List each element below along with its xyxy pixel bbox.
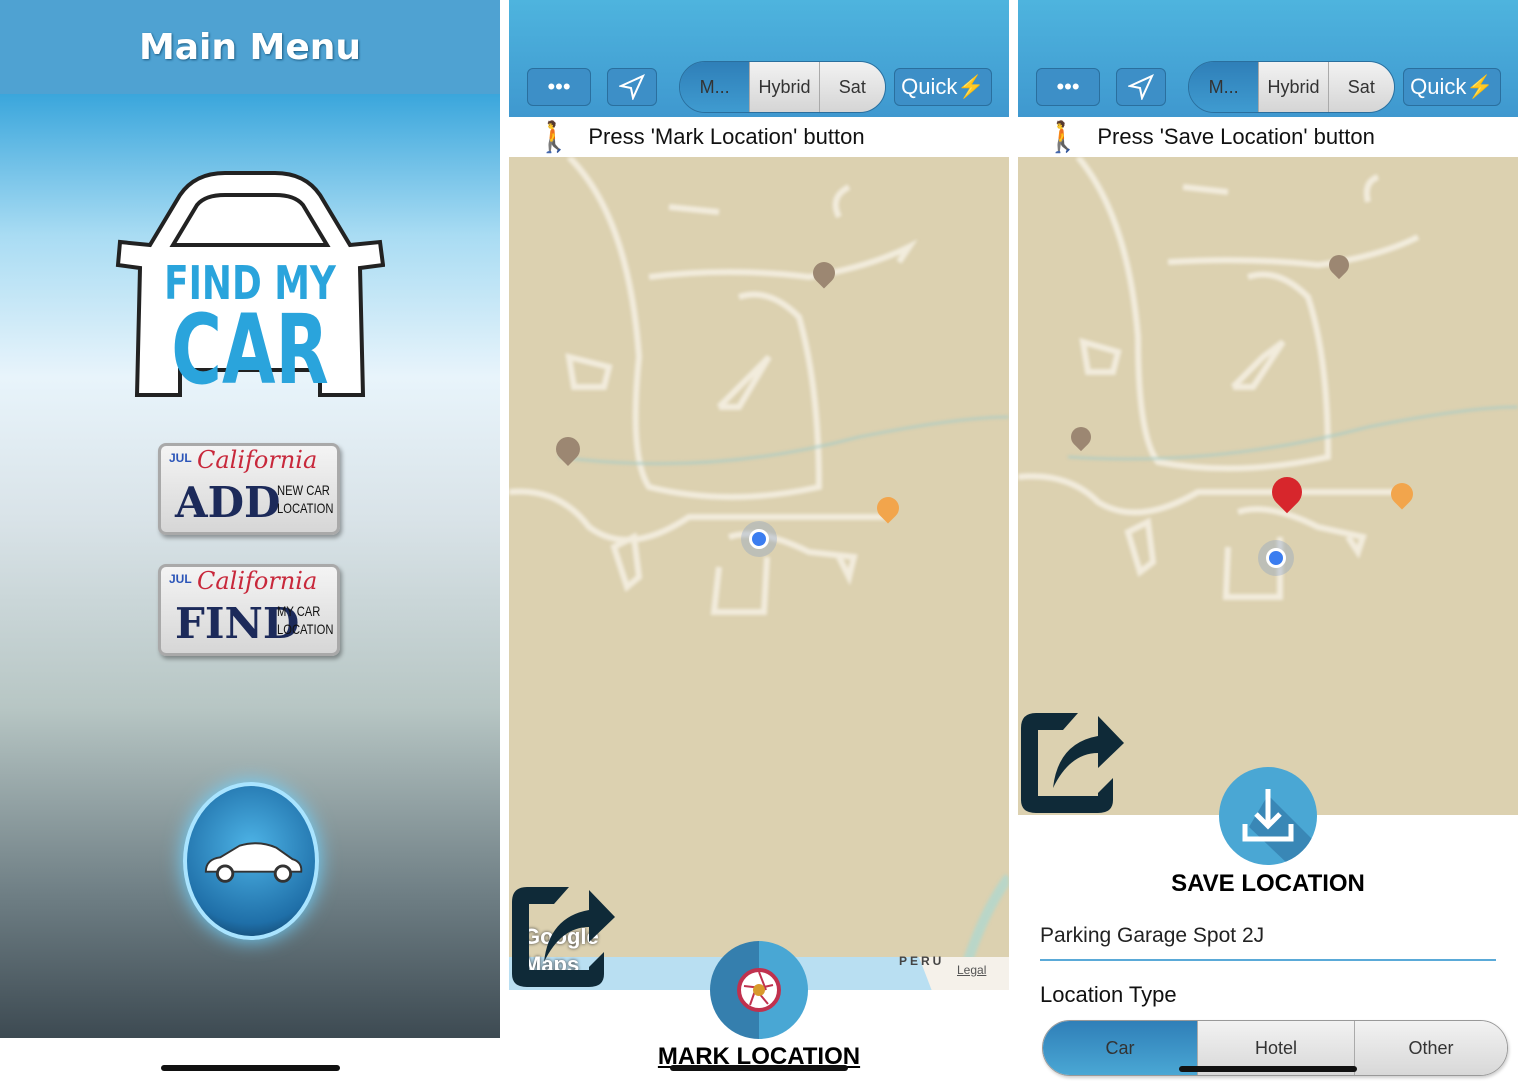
current-location-dot xyxy=(1266,548,1286,568)
save-location-screen: ••• M... Hybrid Sat Quick ⚡ 🚶 Press 'Save… xyxy=(1018,0,1518,1083)
location-arrow-icon xyxy=(619,74,645,100)
add-car-location-button[interactable]: JUL California ADD NEW CAR LOCATION xyxy=(158,443,340,535)
share-button[interactable] xyxy=(509,882,617,990)
map-type-segmented: M... Hybrid Sat xyxy=(679,61,886,113)
map-type-sat[interactable]: Sat xyxy=(818,62,885,112)
type-car[interactable]: Car xyxy=(1043,1021,1197,1075)
location-arrow-icon xyxy=(1128,74,1154,100)
location-type-label: Location Type xyxy=(1040,982,1177,1007)
find-car-location-button[interactable]: JUL California FIND MY CAR LOCATION xyxy=(158,564,340,656)
map-type-hybrid[interactable]: Hybrid xyxy=(749,62,819,112)
save-location-label: SAVE LOCATION xyxy=(1171,870,1365,897)
quick-button[interactable]: Quick ⚡ xyxy=(894,68,992,106)
map-country-label: PERU xyxy=(899,954,945,968)
logo-text-car: CAR xyxy=(171,294,329,406)
current-location-dot xyxy=(749,529,769,549)
plate-state: California xyxy=(197,567,318,595)
main-menu-screen: Main Menu FIND MY CAR JUL California ADD… xyxy=(0,0,500,1083)
download-icon xyxy=(1242,789,1317,865)
plate-small-text: NEW CAR LOCATION xyxy=(277,482,334,516)
instruction-text: Press 'Save Location' button xyxy=(1097,124,1375,149)
plate-month: JUL xyxy=(169,572,192,586)
quick-button[interactable]: Quick ⚡ xyxy=(1403,68,1501,106)
ellipsis-icon: ••• xyxy=(1056,74,1080,99)
plate-month: JUL xyxy=(169,451,192,465)
home-indicator xyxy=(161,1065,340,1071)
map-type-segmented: M... Hybrid Sat xyxy=(1188,61,1395,113)
car-button[interactable] xyxy=(183,782,319,940)
quick-label: Quick xyxy=(901,74,958,99)
mark-location-screen: ••• M... Hybrid Sat Quick ⚡ 🚶 Press 'Mark… xyxy=(509,0,1009,1083)
car-icon xyxy=(204,842,303,883)
locate-button[interactable] xyxy=(607,68,657,106)
type-other[interactable]: Other xyxy=(1354,1021,1507,1075)
map-type-hybrid[interactable]: Hybrid xyxy=(1258,62,1328,112)
page-title: Main Menu xyxy=(0,0,500,94)
map-roads xyxy=(509,157,1009,990)
locate-button[interactable] xyxy=(1116,68,1166,106)
mark-location-button[interactable] xyxy=(710,941,808,1039)
camera-shutter-icon xyxy=(737,968,781,1012)
more-button[interactable]: ••• xyxy=(1036,68,1100,106)
map-type-sat[interactable]: Sat xyxy=(1327,62,1394,112)
ellipsis-icon: ••• xyxy=(547,74,571,99)
plate-small-text: MY CAR LOCATION xyxy=(277,603,334,637)
save-location-button[interactable] xyxy=(1219,767,1317,865)
share-button[interactable] xyxy=(1018,708,1126,816)
lightning-icon: ⚡ xyxy=(957,74,985,99)
instruction-bar: 🚶 Press 'Mark Location' button xyxy=(509,117,1009,157)
walking-icon: 🚶 xyxy=(1044,120,1082,154)
more-button[interactable]: ••• xyxy=(527,68,591,106)
plate-big-text: ADD xyxy=(175,478,281,527)
quick-label: Quick xyxy=(1410,74,1467,99)
home-indicator xyxy=(670,1065,848,1071)
map-view[interactable]: PERU Legal Google Maps xyxy=(509,157,1009,990)
instruction-text: Press 'Mark Location' button xyxy=(588,124,865,149)
walking-icon: 🚶 xyxy=(535,120,573,154)
legal-link[interactable]: Legal xyxy=(957,963,986,977)
plate-state: California xyxy=(197,446,318,474)
map-type-map[interactable]: M... xyxy=(1189,62,1259,112)
instruction-bar: 🚶 Press 'Save Location' button xyxy=(1018,117,1518,157)
lightning-icon: ⚡ xyxy=(1466,74,1494,99)
home-indicator xyxy=(1179,1066,1357,1072)
map-type-map[interactable]: M... xyxy=(680,62,750,112)
location-name-input[interactable]: Parking Garage Spot 2J xyxy=(1040,924,1496,961)
